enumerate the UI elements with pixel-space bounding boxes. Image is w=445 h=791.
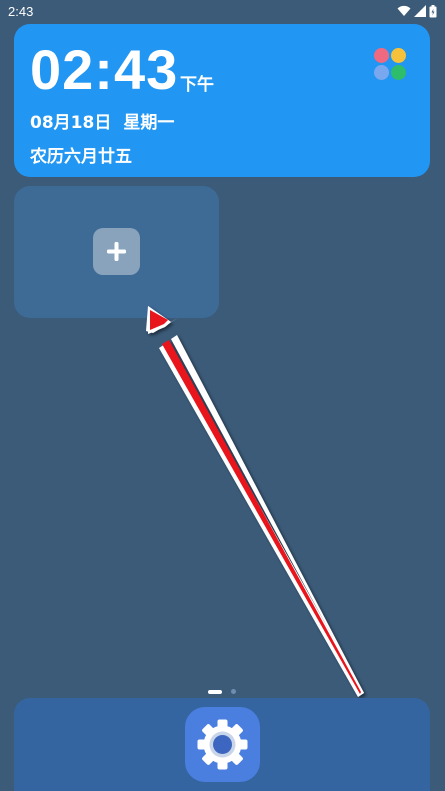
- plus-icon: [107, 242, 126, 261]
- clock-widget[interactable]: 02:43 下午 08月18日 星期一 农历六月廿五: [14, 24, 430, 177]
- four-petal-flower-icon[interactable]: [374, 48, 406, 80]
- page-dot-active: [208, 689, 222, 694]
- status-bar: 2:43: [0, 0, 445, 24]
- settings-app-icon[interactable]: [185, 707, 260, 782]
- add-widget-panel: [14, 186, 219, 318]
- page-indicator: [208, 689, 236, 694]
- battery-icon: [429, 4, 437, 18]
- status-time: 2:43: [8, 4, 34, 19]
- status-icons: [397, 4, 437, 18]
- dock: [14, 698, 430, 791]
- clock-date: 08月18日 星期一: [30, 108, 174, 133]
- wifi-icon: [397, 5, 411, 17]
- add-widget-button[interactable]: [93, 228, 140, 275]
- date-text: 08月18日: [30, 113, 112, 133]
- clock-ampm: 下午: [180, 75, 214, 95]
- weekday-text: 星期一: [123, 113, 175, 133]
- signal-icon: [414, 5, 426, 17]
- lunar-date: 农历六月廿五: [30, 147, 132, 167]
- clock-time: 02:43: [30, 38, 179, 101]
- settings-gear-icon: [197, 719, 248, 770]
- page-dot: [231, 689, 236, 694]
